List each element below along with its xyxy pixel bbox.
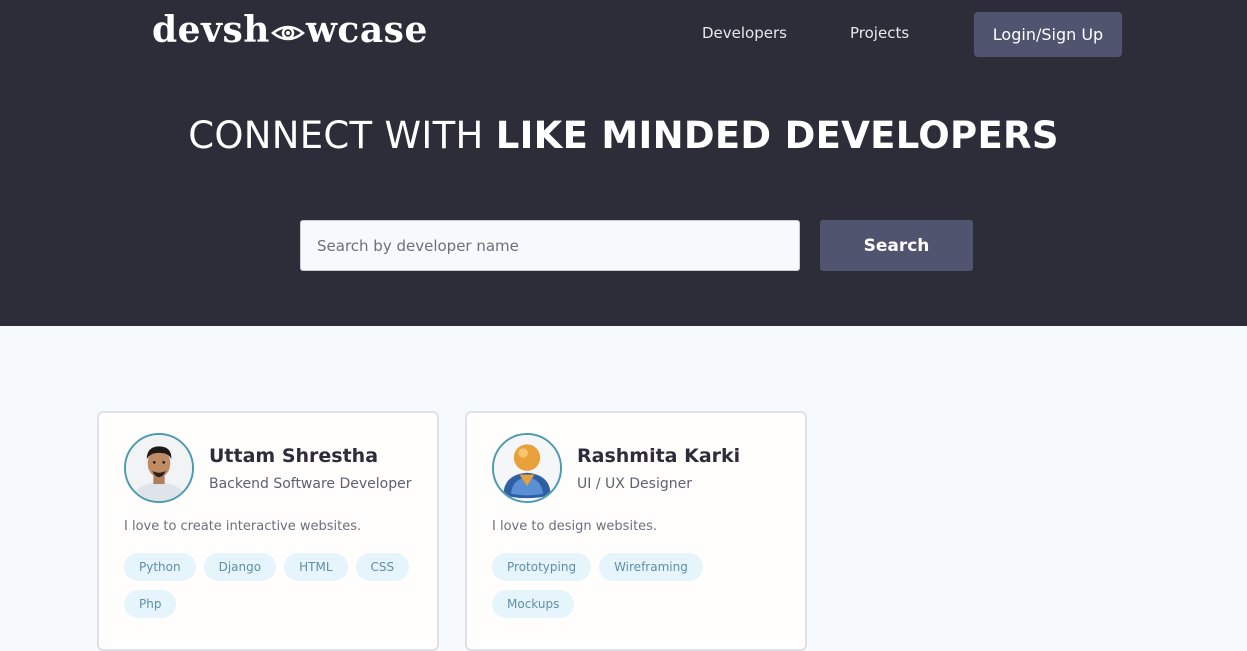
site-logo[interactable]: devsh wcase (152, 8, 428, 52)
developer-name[interactable]: Rashmita Karki (577, 445, 740, 467)
profile-photo-icon (126, 435, 192, 501)
hero-section: devsh wcase Developers Projects Login/Si… (0, 0, 1247, 326)
developer-search-input[interactable] (300, 220, 800, 271)
skill-tag[interactable]: CSS (355, 553, 410, 581)
default-user-icon (494, 435, 560, 501)
hero-title-bold: LIKE MINDED DEVELOPERS (495, 114, 1059, 157)
developer-role: Backend Software Developer (209, 476, 412, 492)
search-button[interactable]: Search (820, 220, 973, 271)
nav-developers-link[interactable]: Developers (702, 24, 787, 42)
developer-bio: I love to design websites. (492, 519, 658, 534)
hero-title-light: CONNECT WITH (188, 114, 496, 157)
skill-tags: Python Django HTML CSS Php (124, 553, 424, 618)
skill-tag[interactable]: HTML (284, 553, 348, 581)
skill-tag[interactable]: Mockups (492, 590, 575, 618)
developer-name[interactable]: Uttam Shrestha (209, 445, 378, 467)
skill-tags: Prototyping Wireframing Mockups (492, 553, 792, 618)
eye-icon (270, 25, 305, 41)
developer-avatar (492, 433, 562, 503)
nav-projects-link[interactable]: Projects (850, 24, 909, 42)
developer-bio: I love to create interactive websites. (124, 519, 362, 534)
logo-text-right: wcase (305, 9, 428, 51)
skill-tag[interactable]: Django (203, 553, 277, 581)
developer-card[interactable]: Rashmita Karki UI / UX Designer I love t… (465, 411, 807, 651)
skill-tag[interactable]: Prototyping (492, 553, 592, 581)
developer-role: UI / UX Designer (577, 476, 692, 492)
skill-tag[interactable]: Php (124, 590, 177, 618)
developer-card[interactable]: Uttam Shrestha Backend Software Develope… (97, 411, 439, 651)
logo-text-left: devsh (152, 9, 270, 51)
skill-tag[interactable]: Python (124, 553, 196, 581)
hero-title: CONNECT WITH LIKE MINDED DEVELOPERS (0, 114, 1247, 157)
login-signup-button[interactable]: Login/Sign Up (974, 12, 1122, 57)
skill-tag[interactable]: Wireframing (599, 553, 703, 581)
developer-avatar (124, 433, 194, 503)
